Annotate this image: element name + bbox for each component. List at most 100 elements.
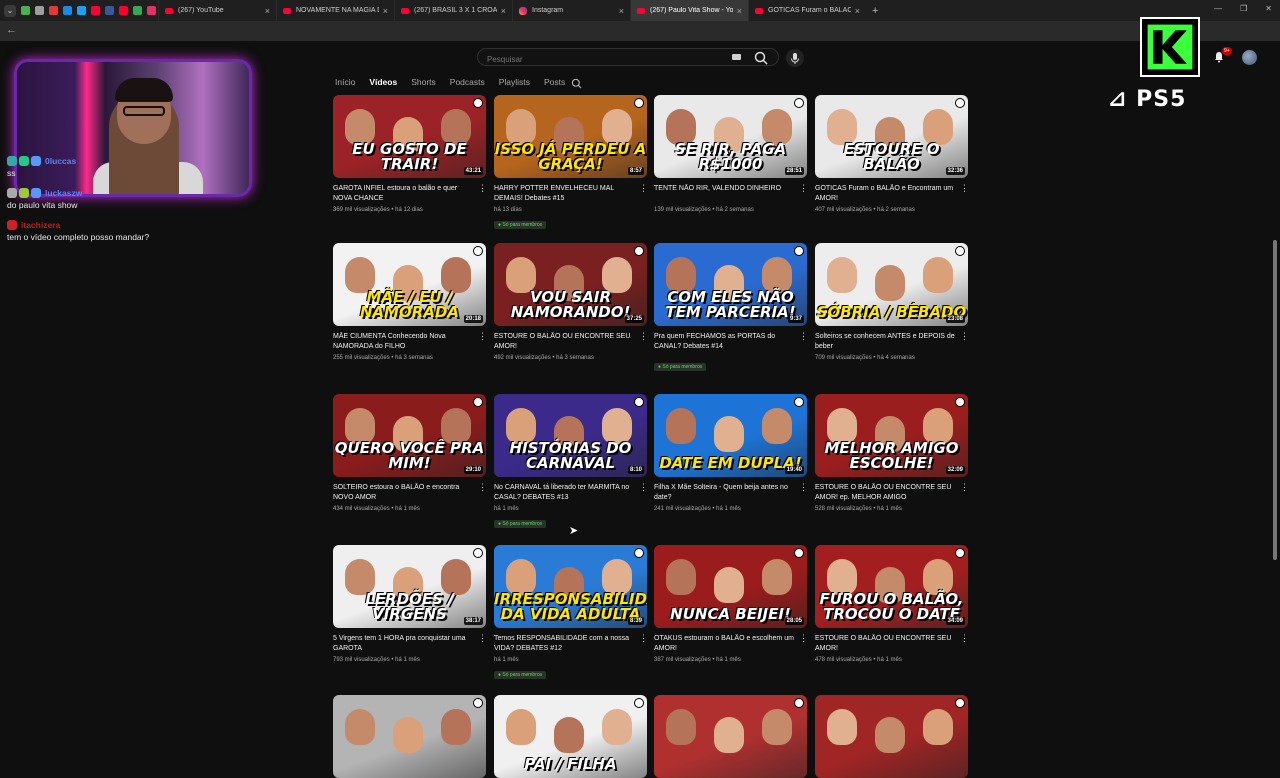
video-card[interactable]: COM ELES NÃO TEM PARCERIA! 9:37 Pra quem F… xyxy=(654,243,808,373)
video-thumbnail[interactable]: EU GOSTO DE TRAIR! 43:21 xyxy=(333,95,486,178)
video-title[interactable]: ESTOURE O BALÃO OU ENCONTRE SEU AMOR! xyxy=(815,634,955,654)
pinned-tab[interactable] xyxy=(18,0,32,21)
video-title[interactable]: No CARNAVAL tá liberado ter MARMITA no C… xyxy=(494,483,634,503)
video-card[interactable]: LERDÕES / VIRGENS 38:17 5 Virgens tem 1 HO… xyxy=(333,545,487,663)
video-title[interactable]: ESTOURE O BALÃO OU ENCONTRE SEU AMOR! ep… xyxy=(815,483,955,503)
search-input[interactable] xyxy=(478,51,718,68)
video-card[interactable]: ESTOURE O BALÃO 32:36 GÓTICAS Furam o BALÃ… xyxy=(815,95,969,213)
video-card[interactable]: MELHOR AMIGO ESCOLHE! 32:09 ESTOURE O BALÃ… xyxy=(815,394,969,512)
video-thumbnail[interactable]: LERDÕES / VIRGENS 38:17 xyxy=(333,545,486,628)
maximize-icon[interactable]: ❐ xyxy=(1240,4,1247,13)
account-avatar[interactable] xyxy=(1242,50,1257,65)
more-options-icon[interactable]: ⋮ xyxy=(639,634,648,643)
tab-5[interactable]: Playlists xyxy=(499,77,530,87)
video-card[interactable] xyxy=(815,695,968,778)
video-thumbnail[interactable]: SE RIR, PAGA R$1000 28:51 xyxy=(654,95,807,178)
pinned-tab[interactable] xyxy=(60,0,74,21)
search-icon[interactable] xyxy=(753,50,769,66)
video-thumbnail[interactable]: MELHOR AMIGO ESCOLHE! 32:09 xyxy=(815,394,968,477)
video-title[interactable]: HARRY POTTER ENVELHECEU MAL DEMAIS! Deba… xyxy=(494,184,634,204)
keyboard-icon[interactable] xyxy=(732,54,741,60)
video-card[interactable]: QUERO VOCÊ PRA MIM! 29:10 SOLTEIRO estoura… xyxy=(333,394,487,512)
tab-1[interactable]: Início xyxy=(335,77,355,87)
browser-tab[interactable]: GÓTICAS Furam o BALÃO e Enc × xyxy=(748,0,866,21)
video-card[interactable]: ISSO JÁ PERDEU A GRAÇA! 8:57 HARRY POTTER … xyxy=(494,95,648,231)
more-options-icon[interactable]: ⋮ xyxy=(960,483,969,492)
more-options-icon[interactable]: ⋮ xyxy=(478,483,487,492)
pinned-tab[interactable] xyxy=(88,0,102,21)
video-card[interactable]: NUNCA BEIJEI! 28:05 OTAKUS estouram o BALÃ… xyxy=(654,545,808,663)
video-title[interactable]: ESTOURE O BALÃO OU ENCONTRE SEU AMOR! xyxy=(494,332,634,352)
video-title[interactable]: Filha X Mãe Solteira - Quem beija antes … xyxy=(654,483,794,503)
video-thumbnail[interactable]: FUROU O BALÃO, TROCOU O DATE 34:09 xyxy=(815,545,968,628)
video-card[interactable]: MÃE / EU / NAMORADA 20:18 MÃE CIUMENTA Con… xyxy=(333,243,487,361)
tab-3[interactable]: Shorts xyxy=(411,77,436,87)
tab-4[interactable]: Podcasts xyxy=(450,77,485,87)
video-title[interactable]: TENTE NÃO RIR, VALENDO DINHEIRO xyxy=(654,184,794,204)
video-card[interactable]: HISTÓRIAS DO CARNAVAL 8:10 No CARNAVAL tá … xyxy=(494,394,648,530)
video-title[interactable]: Temos RESPONSABILIDADE com a nossa VIDA?… xyxy=(494,634,634,654)
video-thumbnail[interactable]: QUERO VOCÊ PRA MIM! 29:10 xyxy=(333,394,486,477)
tab-6[interactable]: Posts xyxy=(544,77,565,87)
more-options-icon[interactable]: ⋮ xyxy=(639,483,648,492)
video-title[interactable]: GÓTICAS Furam o BALÃO e Encontram um AMO… xyxy=(815,184,955,204)
browser-tab[interactable]: NOVAMENTE NA MAGIA DO B × xyxy=(276,0,394,21)
video-title[interactable]: Pra quem FECHAMOS as PORTAS do CANAL? De… xyxy=(654,332,794,352)
close-tab-icon[interactable]: × xyxy=(855,6,860,16)
video-title[interactable]: 5 Virgens tem 1 HORA pra conquistar uma … xyxy=(333,634,473,654)
more-options-icon[interactable]: ⋮ xyxy=(478,332,487,341)
video-thumbnail[interactable] xyxy=(815,695,968,778)
tab-2[interactable]: Vídeos xyxy=(369,77,397,87)
scrollbar[interactable] xyxy=(1273,240,1277,560)
close-tab-icon[interactable]: × xyxy=(501,6,506,16)
browser-tab[interactable]: Instagram × xyxy=(512,0,630,21)
video-thumbnail[interactable]: DATE EM DUPLA! 19:40 xyxy=(654,394,807,477)
more-options-icon[interactable]: ⋮ xyxy=(960,634,969,643)
video-card[interactable]: FUROU O BALÃO, TROCOU O DATE 34:09 ESTOURE… xyxy=(815,545,969,663)
browser-tab[interactable]: (267) YouTube × xyxy=(158,0,276,21)
minimize-icon[interactable]: — xyxy=(1214,4,1222,13)
video-card[interactable]: IRRESPONSABILIDADES DA VIDA ADULTA8:39 Te… xyxy=(494,545,648,681)
video-thumbnail[interactable]: NUNCA BEIJEI! 28:05 xyxy=(654,545,807,628)
video-thumbnail[interactable]: SÓBRIA / BÊBADO 23:08 xyxy=(815,243,968,326)
more-options-icon[interactable]: ⋮ xyxy=(799,634,808,643)
more-options-icon[interactable]: ⋮ xyxy=(799,184,808,193)
video-thumbnail[interactable]: IRRESPONSABILIDADES DA VIDA ADULTA8:39 xyxy=(494,545,647,628)
pinned-tab[interactable] xyxy=(32,0,46,21)
more-options-icon[interactable]: ⋮ xyxy=(960,332,969,341)
close-tab-icon[interactable]: × xyxy=(265,6,270,16)
video-title[interactable]: MÃE CIUMENTA Conhecendo Nova NAMORADA do… xyxy=(333,332,473,352)
tab-search-icon[interactable]: ⌄ xyxy=(4,4,16,17)
video-thumbnail[interactable] xyxy=(333,695,486,778)
more-options-icon[interactable]: ⋮ xyxy=(639,184,648,193)
video-thumbnail[interactable]: HISTÓRIAS DO CARNAVAL 8:10 xyxy=(494,394,647,477)
video-title[interactable]: OTAKUS estouram o BALÃO e escolhem um AM… xyxy=(654,634,794,654)
video-thumbnail[interactable]: ESTOURE O BALÃO 32:36 xyxy=(815,95,968,178)
video-thumbnail[interactable]: ISSO JÁ PERDEU A GRAÇA! 8:57 xyxy=(494,95,647,178)
close-tab-icon[interactable]: × xyxy=(383,6,388,16)
video-title[interactable]: SOLTEIRO estoura o BALÃO e encontra NOVO… xyxy=(333,483,473,503)
back-arrow-icon[interactable]: ← xyxy=(6,24,17,36)
new-tab-button[interactable]: + xyxy=(872,5,878,17)
pinned-tab[interactable] xyxy=(74,0,88,21)
more-options-icon[interactable]: ⋮ xyxy=(478,184,487,193)
close-window-icon[interactable]: ✕ xyxy=(1265,4,1272,13)
video-thumbnail[interactable]: MÃE / EU / NAMORADA 20:18 xyxy=(333,243,486,326)
pinned-tab[interactable] xyxy=(130,0,144,21)
channel-search-icon[interactable] xyxy=(571,78,582,89)
video-card[interactable] xyxy=(333,695,486,778)
more-options-icon[interactable]: ⋮ xyxy=(799,483,808,492)
more-options-icon[interactable]: ⋮ xyxy=(639,332,648,341)
pinned-tab[interactable] xyxy=(144,0,158,21)
video-title[interactable]: Solteiros se conhecem ANTES e DEPOIS de … xyxy=(815,332,955,352)
pinned-tab[interactable] xyxy=(116,0,130,21)
video-card[interactable]: SÓBRIA / BÊBADO 23:08 Solteiros se conhece… xyxy=(815,243,969,361)
voice-search-button[interactable] xyxy=(786,49,804,67)
video-card[interactable]: DATE EM DUPLA! 19:40 Filha X Mãe Solteira … xyxy=(654,394,808,512)
pinned-tab[interactable] xyxy=(102,0,116,21)
video-card[interactable] xyxy=(654,695,807,778)
browser-tab[interactable]: (267) Paulo Vita Show - YouTub × xyxy=(630,0,748,21)
browser-tab[interactable]: (267) BRASIL 3 X 1 CROÁCIA | M × xyxy=(394,0,512,21)
video-card[interactable]: EU GOSTO DE TRAIR! 43:21 GAROTA INFIEL est… xyxy=(333,95,487,213)
more-options-icon[interactable]: ⋮ xyxy=(960,184,969,193)
